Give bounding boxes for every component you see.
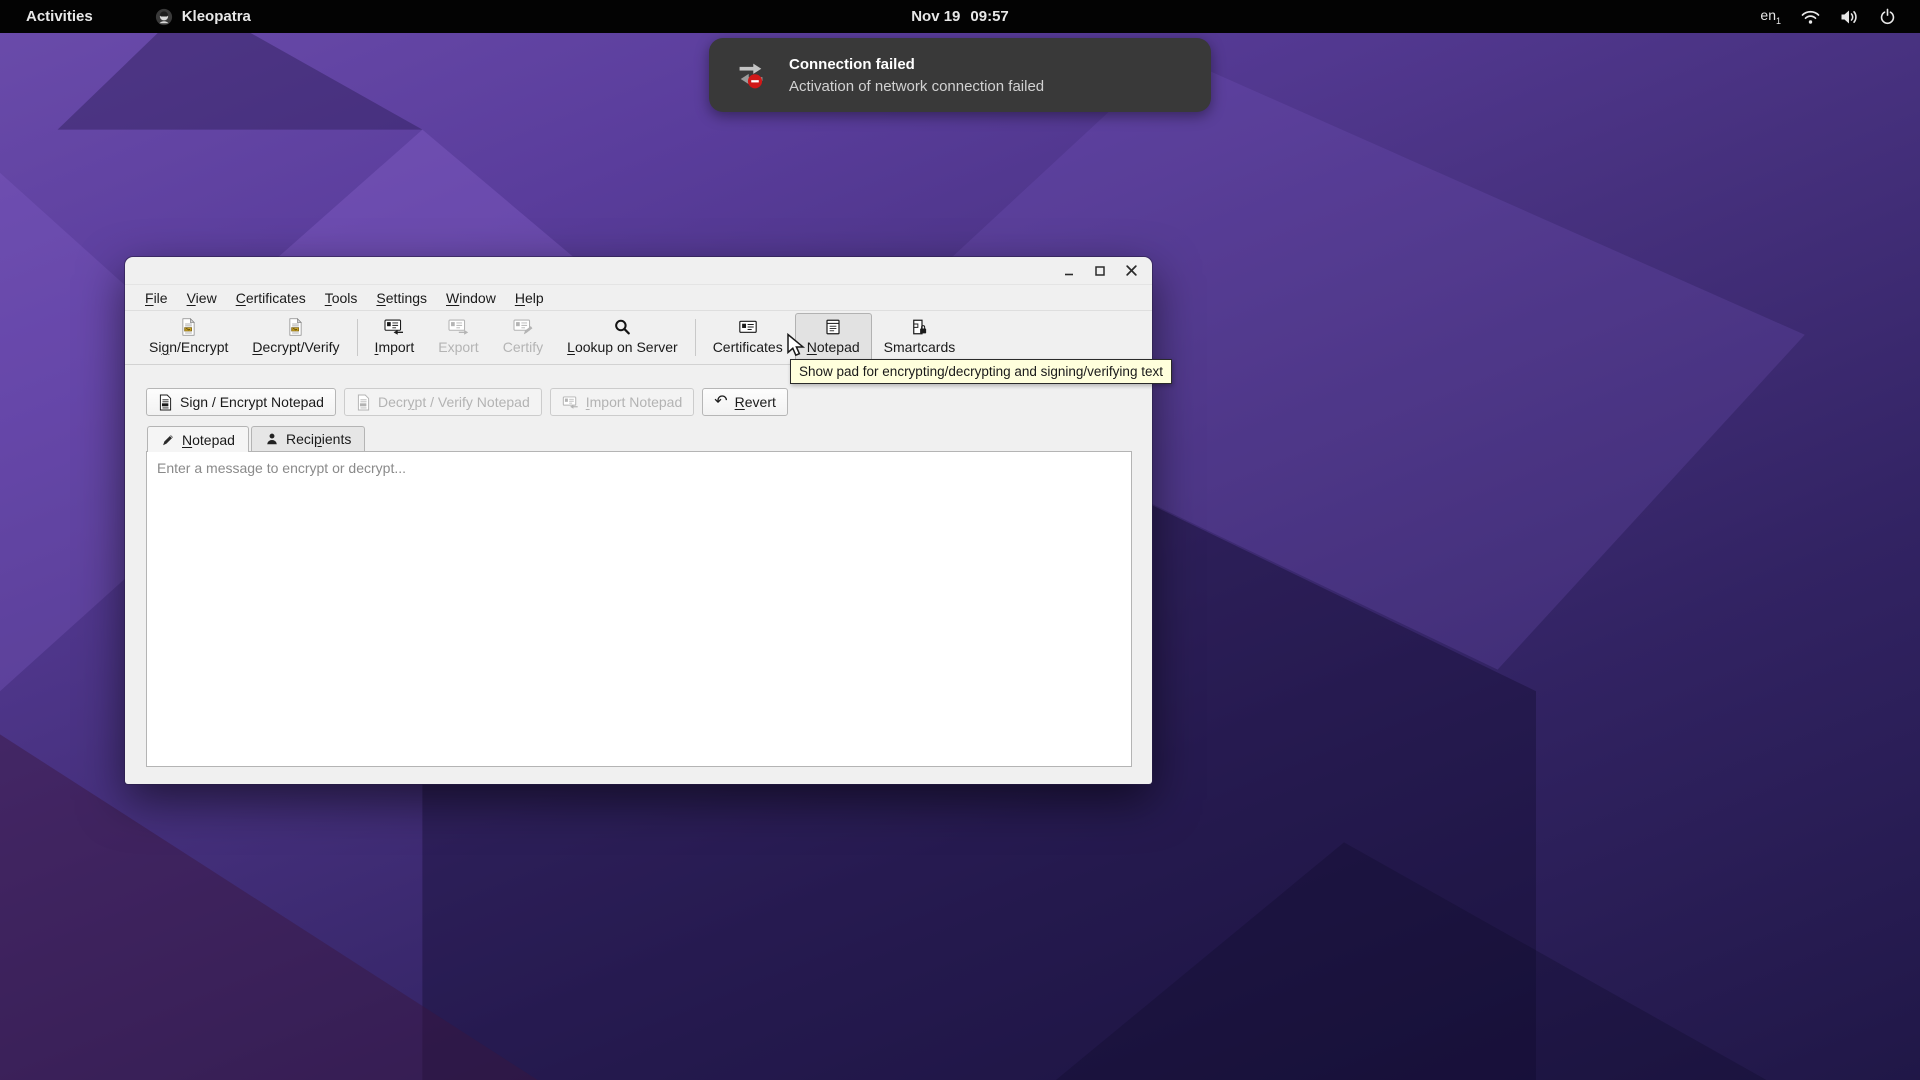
toolbar-label: Decrypt/Verify <box>252 339 339 355</box>
wifi-icon[interactable] <box>1801 9 1820 25</box>
document-signature-icon <box>158 394 173 411</box>
close-icon <box>1125 264 1138 277</box>
document-signature-icon <box>284 318 307 336</box>
clock-time: 09:57 <box>970 8 1008 25</box>
maximize-button[interactable] <box>1089 260 1111 282</box>
id-card-import-icon <box>381 318 407 336</box>
toolbar-label: Notepad <box>807 339 860 355</box>
id-card-import-icon <box>562 395 579 410</box>
menu-help[interactable]: Help <box>510 287 549 309</box>
toolbar-sign-encrypt[interactable]: Sign/Encrypt <box>137 313 240 362</box>
menu-tools[interactable]: Tools <box>320 287 363 309</box>
minimize-button[interactable] <box>1058 260 1080 282</box>
toolbar-import[interactable]: Import <box>363 313 427 362</box>
notification-body: Activation of network connection failed <box>789 78 1044 95</box>
magnifier-icon <box>610 318 634 336</box>
activities-button[interactable]: Activities <box>26 8 93 25</box>
toolbar-label: Smartcards <box>884 339 956 355</box>
button-label: Import Notepad <box>586 394 683 410</box>
revert-button[interactable]: ↶ Revert <box>702 388 788 416</box>
notepad-tabbar: Notepad Recipients <box>146 425 1132 451</box>
undo-arrow-icon: ↶ <box>714 394 727 410</box>
app-name-label: Kleopatra <box>182 8 251 25</box>
toolbar-decrypt-verify[interactable]: Decrypt/Verify <box>240 313 351 362</box>
decrypt-verify-notepad-button[interactable]: Decrypt / Verify Notepad <box>344 388 542 416</box>
focused-app-menu[interactable]: Kleopatra <box>155 8 251 26</box>
menu-settings[interactable]: Settings <box>371 287 432 309</box>
person-icon <box>265 432 279 446</box>
button-label: Sign / Encrypt Notepad <box>180 394 324 410</box>
maximize-icon <box>1094 265 1106 277</box>
menu-window[interactable]: Window <box>441 287 501 309</box>
button-label: Decrypt / Verify Notepad <box>378 394 530 410</box>
close-button[interactable] <box>1120 260 1142 282</box>
notification-title: Connection failed <box>789 56 1044 73</box>
minimize-icon <box>1063 265 1075 277</box>
toolbar-label: Certify <box>503 339 543 355</box>
network-connection-failed-icon <box>735 59 767 91</box>
main-toolbar: Sign/Encrypt Decrypt/Verify Import <box>125 311 1152 365</box>
notepad-text-input[interactable] <box>146 451 1132 767</box>
toolbar-label: Certificates <box>713 339 783 355</box>
volume-icon[interactable] <box>1840 9 1859 25</box>
notepad-tooltip: Show pad for encrypting/decrypting and s… <box>790 359 1172 384</box>
keyboard-layout-indicator[interactable]: en1 <box>1760 7 1781 26</box>
tab-label: Notepad <box>182 432 235 448</box>
id-card-export-icon <box>445 318 471 336</box>
tab-notepad[interactable]: Notepad <box>147 426 249 452</box>
menu-file[interactable]: File <box>140 287 173 309</box>
notepad-icon <box>821 318 845 336</box>
toolbar-label: Sign/Encrypt <box>149 339 228 355</box>
toolbar-smartcards[interactable]: Smartcards <box>872 313 968 362</box>
top-bar: Activities Kleopatra Nov 19 09:57 en1 <box>0 0 1920 33</box>
mouse-cursor <box>786 333 808 357</box>
menu-bar: File View Certificates Tools Settings Wi… <box>125 285 1152 311</box>
toolbar-separator <box>357 319 358 356</box>
kleopatra-app-icon <box>155 8 173 26</box>
toolbar-label: Import <box>375 339 415 355</box>
toolbar-separator <box>695 319 696 356</box>
notepad-pane <box>146 451 1132 767</box>
toolbar-certify[interactable]: Certify <box>491 313 555 362</box>
clock-date: Nov 19 <box>911 8 960 25</box>
button-label: Revert <box>735 394 776 410</box>
tab-recipients[interactable]: Recipients <box>251 426 365 451</box>
id-card-certify-icon <box>510 318 536 336</box>
sign-encrypt-notepad-button[interactable]: Sign / Encrypt Notepad <box>146 388 336 416</box>
kleopatra-window: File View Certificates Tools Settings Wi… <box>125 257 1152 784</box>
toolbar-label: Export <box>438 339 478 355</box>
notepad-actions: Sign / Encrypt Notepad Decrypt / Verify … <box>146 388 1132 416</box>
menu-certificates[interactable]: Certificates <box>231 287 311 309</box>
notepad-view: Sign / Encrypt Notepad Decrypt / Verify … <box>125 365 1152 785</box>
toolbar-label: Lookup on Server <box>567 339 678 355</box>
document-signature-icon <box>356 394 371 411</box>
id-card-icon <box>735 318 761 336</box>
power-icon[interactable] <box>1879 8 1896 25</box>
toolbar-certificates[interactable]: Certificates <box>701 313 795 362</box>
smartcard-icon <box>907 318 931 336</box>
system-status-area[interactable]: en1 <box>1760 0 1920 33</box>
clock[interactable]: Nov 19 09:57 <box>911 8 1009 25</box>
menu-view[interactable]: View <box>182 287 222 309</box>
pencil-icon <box>161 433 175 447</box>
import-notepad-button[interactable]: Import Notepad <box>550 388 695 416</box>
toolbar-lookup-on-server[interactable]: Lookup on Server <box>555 313 690 362</box>
notification-toast[interactable]: Connection failed Activation of network … <box>709 38 1211 112</box>
toolbar-export[interactable]: Export <box>426 313 490 362</box>
window-titlebar[interactable] <box>125 257 1152 285</box>
document-signature-icon <box>177 318 200 336</box>
tab-label: Recipients <box>286 431 351 447</box>
